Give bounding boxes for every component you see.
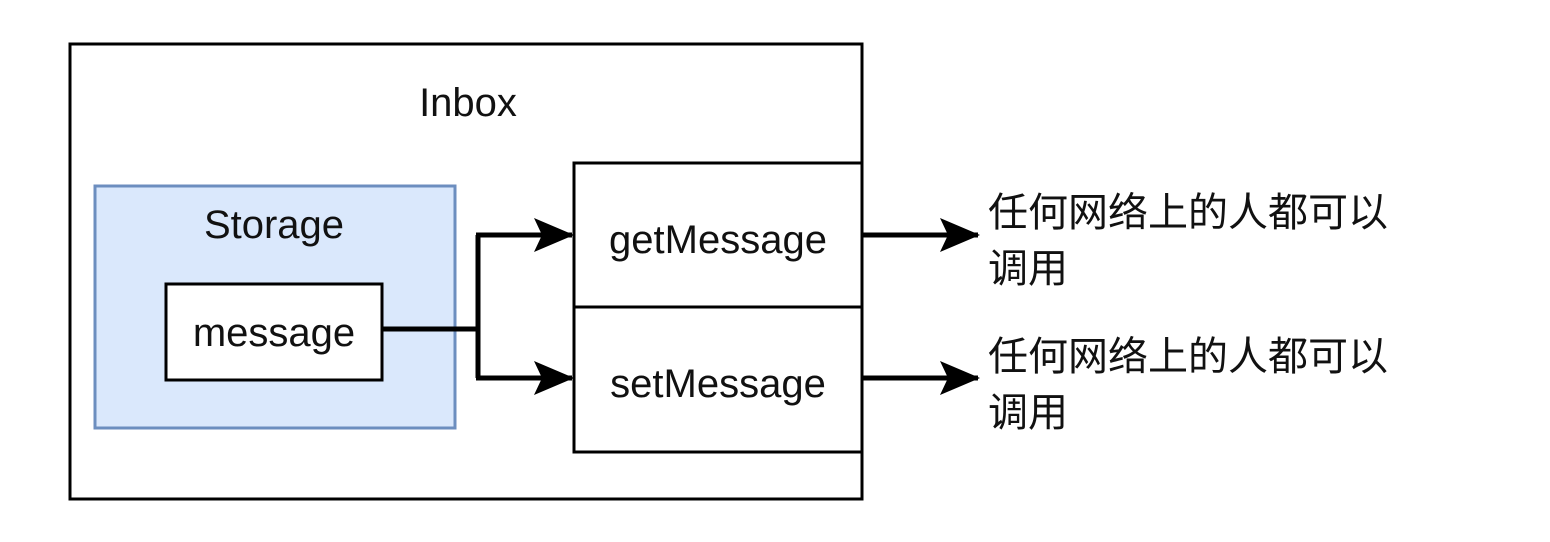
set-message-note-line2: 调用 [988, 390, 1068, 436]
get-message-note: 任何网络上的人都可以 调用 [988, 190, 1388, 292]
message-label: message [193, 311, 355, 355]
set-message-note: 任何网络上的人都可以 调用 [988, 334, 1388, 436]
diagram-canvas: Inbox Storage message getMessage setMess… [68, 42, 1388, 501]
inbox-title: Inbox [419, 81, 517, 125]
method-get: getMessage [572, 161, 864, 309]
method-set: setMessage [572, 305, 864, 454]
get-message-note-line2: 调用 [988, 246, 1068, 292]
set-message-note-line1: 任何网络上的人都可以 [988, 334, 1388, 380]
message-node: message [164, 282, 384, 382]
storage-title: Storage [204, 203, 344, 247]
get-message-label: getMessage [609, 218, 827, 262]
set-message-label: setMessage [610, 362, 826, 406]
outgoing-arrows [862, 218, 980, 395]
get-message-note-line1: 任何网络上的人都可以 [988, 190, 1388, 236]
